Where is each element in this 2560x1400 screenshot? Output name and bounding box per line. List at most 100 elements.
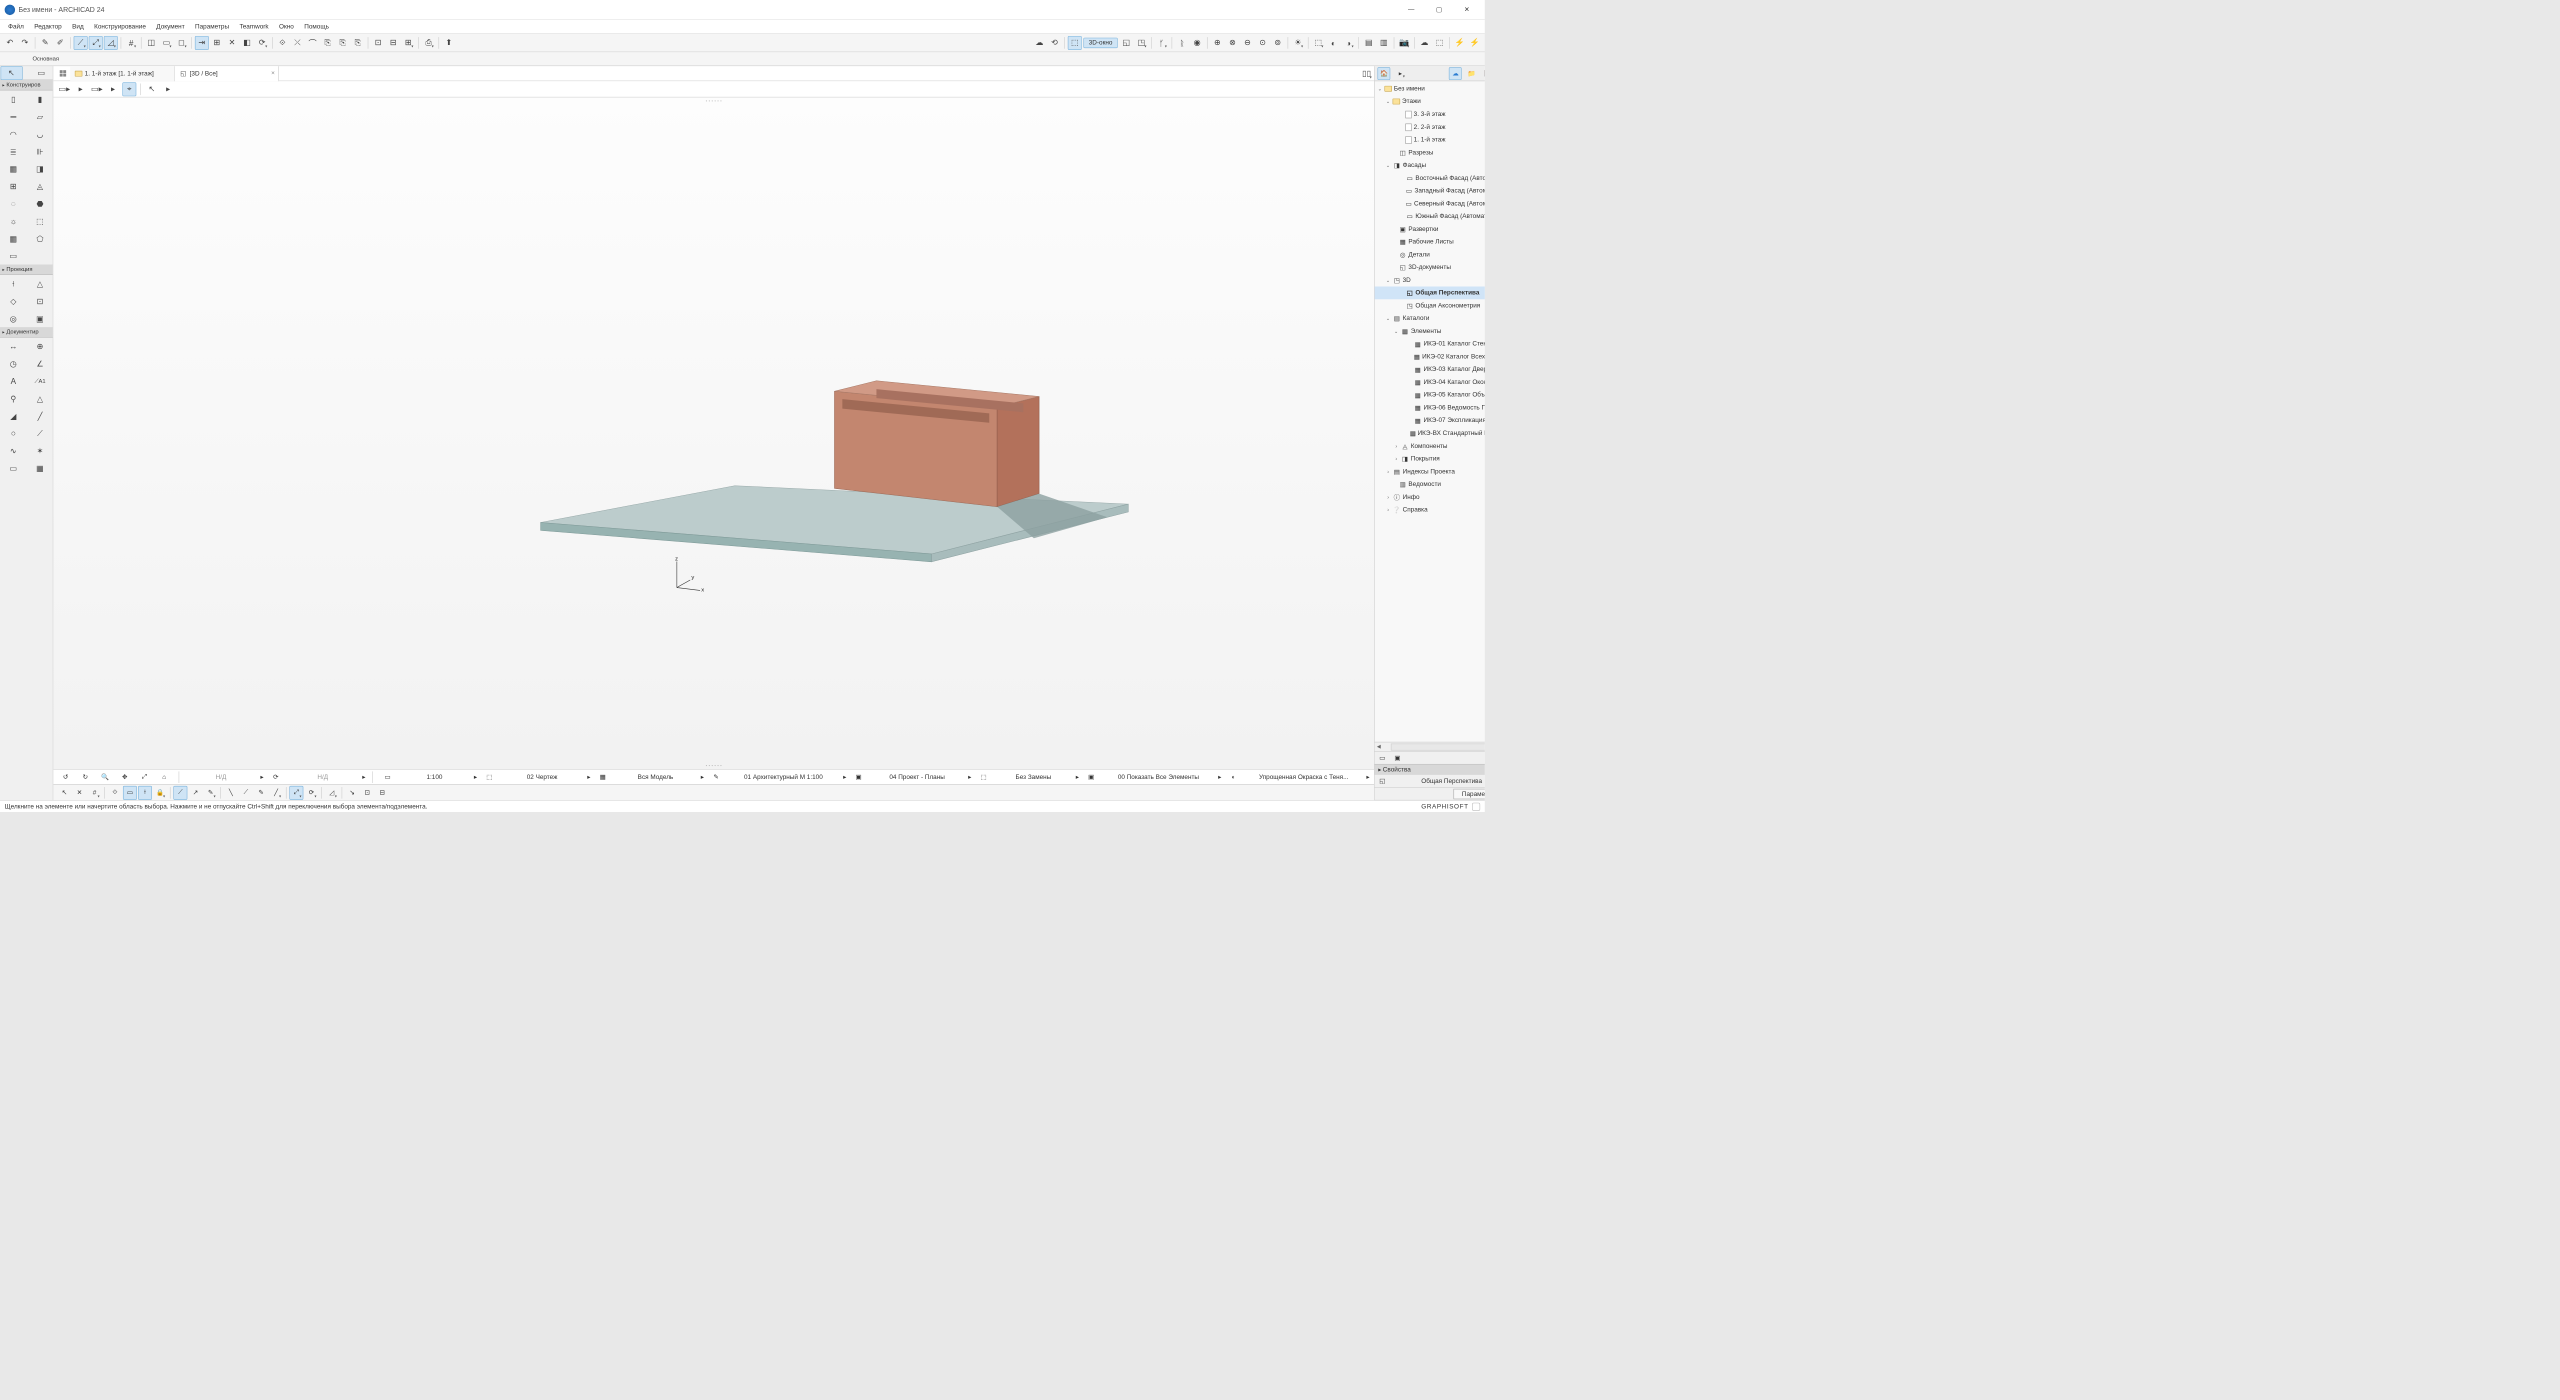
energy-button[interactable]: ⚡	[1453, 36, 1467, 50]
qo6[interactable]: ↖	[145, 82, 159, 96]
level-tool[interactable]: ⊕	[27, 338, 53, 354]
qo4[interactable]: ▸	[106, 82, 120, 96]
polyline-tool[interactable]: ⟋	[27, 425, 53, 441]
door-tool[interactable]: ◨	[27, 161, 53, 177]
zoom-next[interactable]: ↻	[78, 770, 92, 784]
3d-viewport[interactable]: z x y	[53, 97, 1374, 769]
shell-tool[interactable]: ◡	[27, 126, 53, 142]
arrow-tool[interactable]: ↖	[1, 66, 23, 80]
offset-button[interactable]: ⎘	[321, 36, 335, 50]
guideline-button[interactable]: ⟋	[74, 36, 88, 50]
trace-ref-button[interactable]: ▭	[160, 36, 174, 50]
3d-window-label[interactable]: 3D-окно	[1084, 37, 1118, 47]
bt1[interactable]: ↖	[57, 786, 71, 800]
qo7[interactable]: ▸	[161, 82, 175, 96]
plan-icon[interactable]: ▣	[852, 770, 866, 784]
align-button[interactable]: ⇥	[195, 36, 209, 50]
bt2[interactable]: ✕	[73, 786, 87, 800]
sun-button[interactable]: ☀	[1291, 36, 1305, 50]
offset2-button[interactable]: ⎘	[336, 36, 350, 50]
window-tool[interactable]: ⊞	[1, 178, 27, 194]
bt3[interactable]: #	[88, 786, 102, 800]
slab-tool[interactable]: ▱	[27, 108, 53, 124]
column-tool[interactable]: ▮	[27, 91, 53, 107]
persp-button[interactable]: ◱	[1119, 36, 1133, 50]
bt13[interactable]: ✎	[254, 786, 268, 800]
menu-design[interactable]: Конструирование	[90, 21, 151, 31]
minimize-button[interactable]: —	[1398, 1, 1425, 18]
qo3[interactable]: ▭▸	[90, 82, 104, 96]
lamp-tool[interactable]: ☼	[1, 213, 27, 229]
camera-button[interactable]: 📷	[1397, 36, 1411, 50]
worksheet-tool[interactable]: ⊡	[27, 293, 53, 309]
bt5[interactable]: ▭	[123, 786, 137, 800]
section2-button[interactable]: ◐	[1326, 36, 1340, 50]
cloud-button[interactable]: ☁	[1418, 36, 1432, 50]
fill-tool[interactable]: ◢	[1, 408, 27, 424]
explore-button[interactable]: ᚱ	[1175, 36, 1189, 50]
redo-button[interactable]: ↷	[18, 36, 32, 50]
bt14[interactable]: ╱	[269, 786, 283, 800]
edit-sel-button[interactable]: ⊡	[371, 36, 385, 50]
change-tool[interactable]: △	[27, 390, 53, 406]
text-tool[interactable]: A	[1, 373, 27, 389]
panel-design-head[interactable]: Конструиров	[0, 80, 53, 90]
scale-val[interactable]: 1:100	[400, 773, 470, 780]
bt6[interactable]: ⟊	[138, 786, 152, 800]
radial-tool[interactable]: ◷	[1, 356, 27, 372]
noreplace-icon[interactable]: ⬚	[977, 770, 991, 784]
nav-folder-icon[interactable]: 📁	[1465, 67, 1478, 80]
tab-close-icon[interactable]: ×	[271, 69, 275, 76]
circle-tool[interactable]: ○	[1, 425, 27, 441]
stair-tool[interactable]: ≣	[1, 143, 27, 159]
line-tool[interactable]: ╱	[27, 408, 53, 424]
teamwork-button[interactable]: ☁	[1032, 36, 1046, 50]
bt4[interactable]: ⟐	[108, 786, 122, 800]
maximize-button[interactable]: ▢	[1426, 1, 1453, 18]
home-icon[interactable]: ⌂	[157, 770, 171, 784]
opening-tool[interactable]: ◌	[1, 195, 27, 211]
drawing-val[interactable]: 02 Чертеж	[501, 773, 582, 780]
measure2-button[interactable]: ⤫	[291, 36, 305, 50]
viewport-handle-bottom[interactable]	[696, 763, 731, 768]
qo2[interactable]: ▸	[74, 82, 88, 96]
render2-button[interactable]: ▥	[1377, 36, 1391, 50]
beam-tool[interactable]: ═	[1, 108, 27, 124]
noreplace-val[interactable]: Без Замены	[996, 773, 1071, 780]
offset3-button[interactable]: ⎘	[351, 36, 365, 50]
bt18[interactable]: ↘	[345, 786, 359, 800]
snap-button[interactable]: ⤢	[89, 36, 103, 50]
qo5[interactable]: ⌖	[122, 82, 136, 96]
menu-window[interactable]: Окно	[274, 21, 298, 31]
drawing-tool[interactable]: ▦	[27, 460, 53, 476]
model-val[interactable]: Вся Модель	[615, 773, 696, 780]
nav4-button[interactable]: ⊙	[1256, 36, 1270, 50]
pen-icon[interactable]: ✎	[709, 770, 723, 784]
split-button[interactable]: ◧	[240, 36, 254, 50]
panel-view-head[interactable]: Проекция	[0, 264, 53, 274]
menu-teamwork[interactable]: Teamwork	[235, 21, 273, 31]
tab-grid-button[interactable]	[56, 66, 70, 80]
measure-button[interactable]: ⟐	[276, 36, 290, 50]
bt12[interactable]: ⟋	[239, 786, 253, 800]
figure-tool[interactable]: ▭	[1, 460, 27, 476]
nav5-button[interactable]: ⊚	[1271, 36, 1285, 50]
nav3-button[interactable]: ⊖	[1241, 36, 1255, 50]
pan-icon[interactable]: ✥	[118, 770, 132, 784]
inject-button[interactable]: ✐	[53, 36, 67, 50]
rotate-button[interactable]: ⟳	[255, 36, 269, 50]
fit-icon[interactable]: ⤢	[137, 770, 151, 784]
teamwork2-button[interactable]: ⟲	[1048, 36, 1062, 50]
section-tool[interactable]: ⟊	[1, 276, 27, 292]
bt9[interactable]: ↗	[189, 786, 203, 800]
new-view-icon[interactable]: ▭	[1375, 751, 1389, 765]
menu-document[interactable]: Документ	[152, 21, 190, 31]
object-tool[interactable]: ⬣	[27, 195, 53, 211]
render1-button[interactable]: ▤	[1362, 36, 1376, 50]
tab-floorplan[interactable]: 1. 1-й этаж [1. 1-й этаж]	[70, 66, 174, 81]
nav-book-icon[interactable]: 📕	[1482, 67, 1485, 80]
marker-tool[interactable]: ⚲	[1, 390, 27, 406]
main-label[interactable]: Основная	[2, 56, 59, 62]
zoom-icon[interactable]: 🔍	[98, 770, 112, 784]
panel-document-head[interactable]: Документир	[0, 327, 53, 337]
